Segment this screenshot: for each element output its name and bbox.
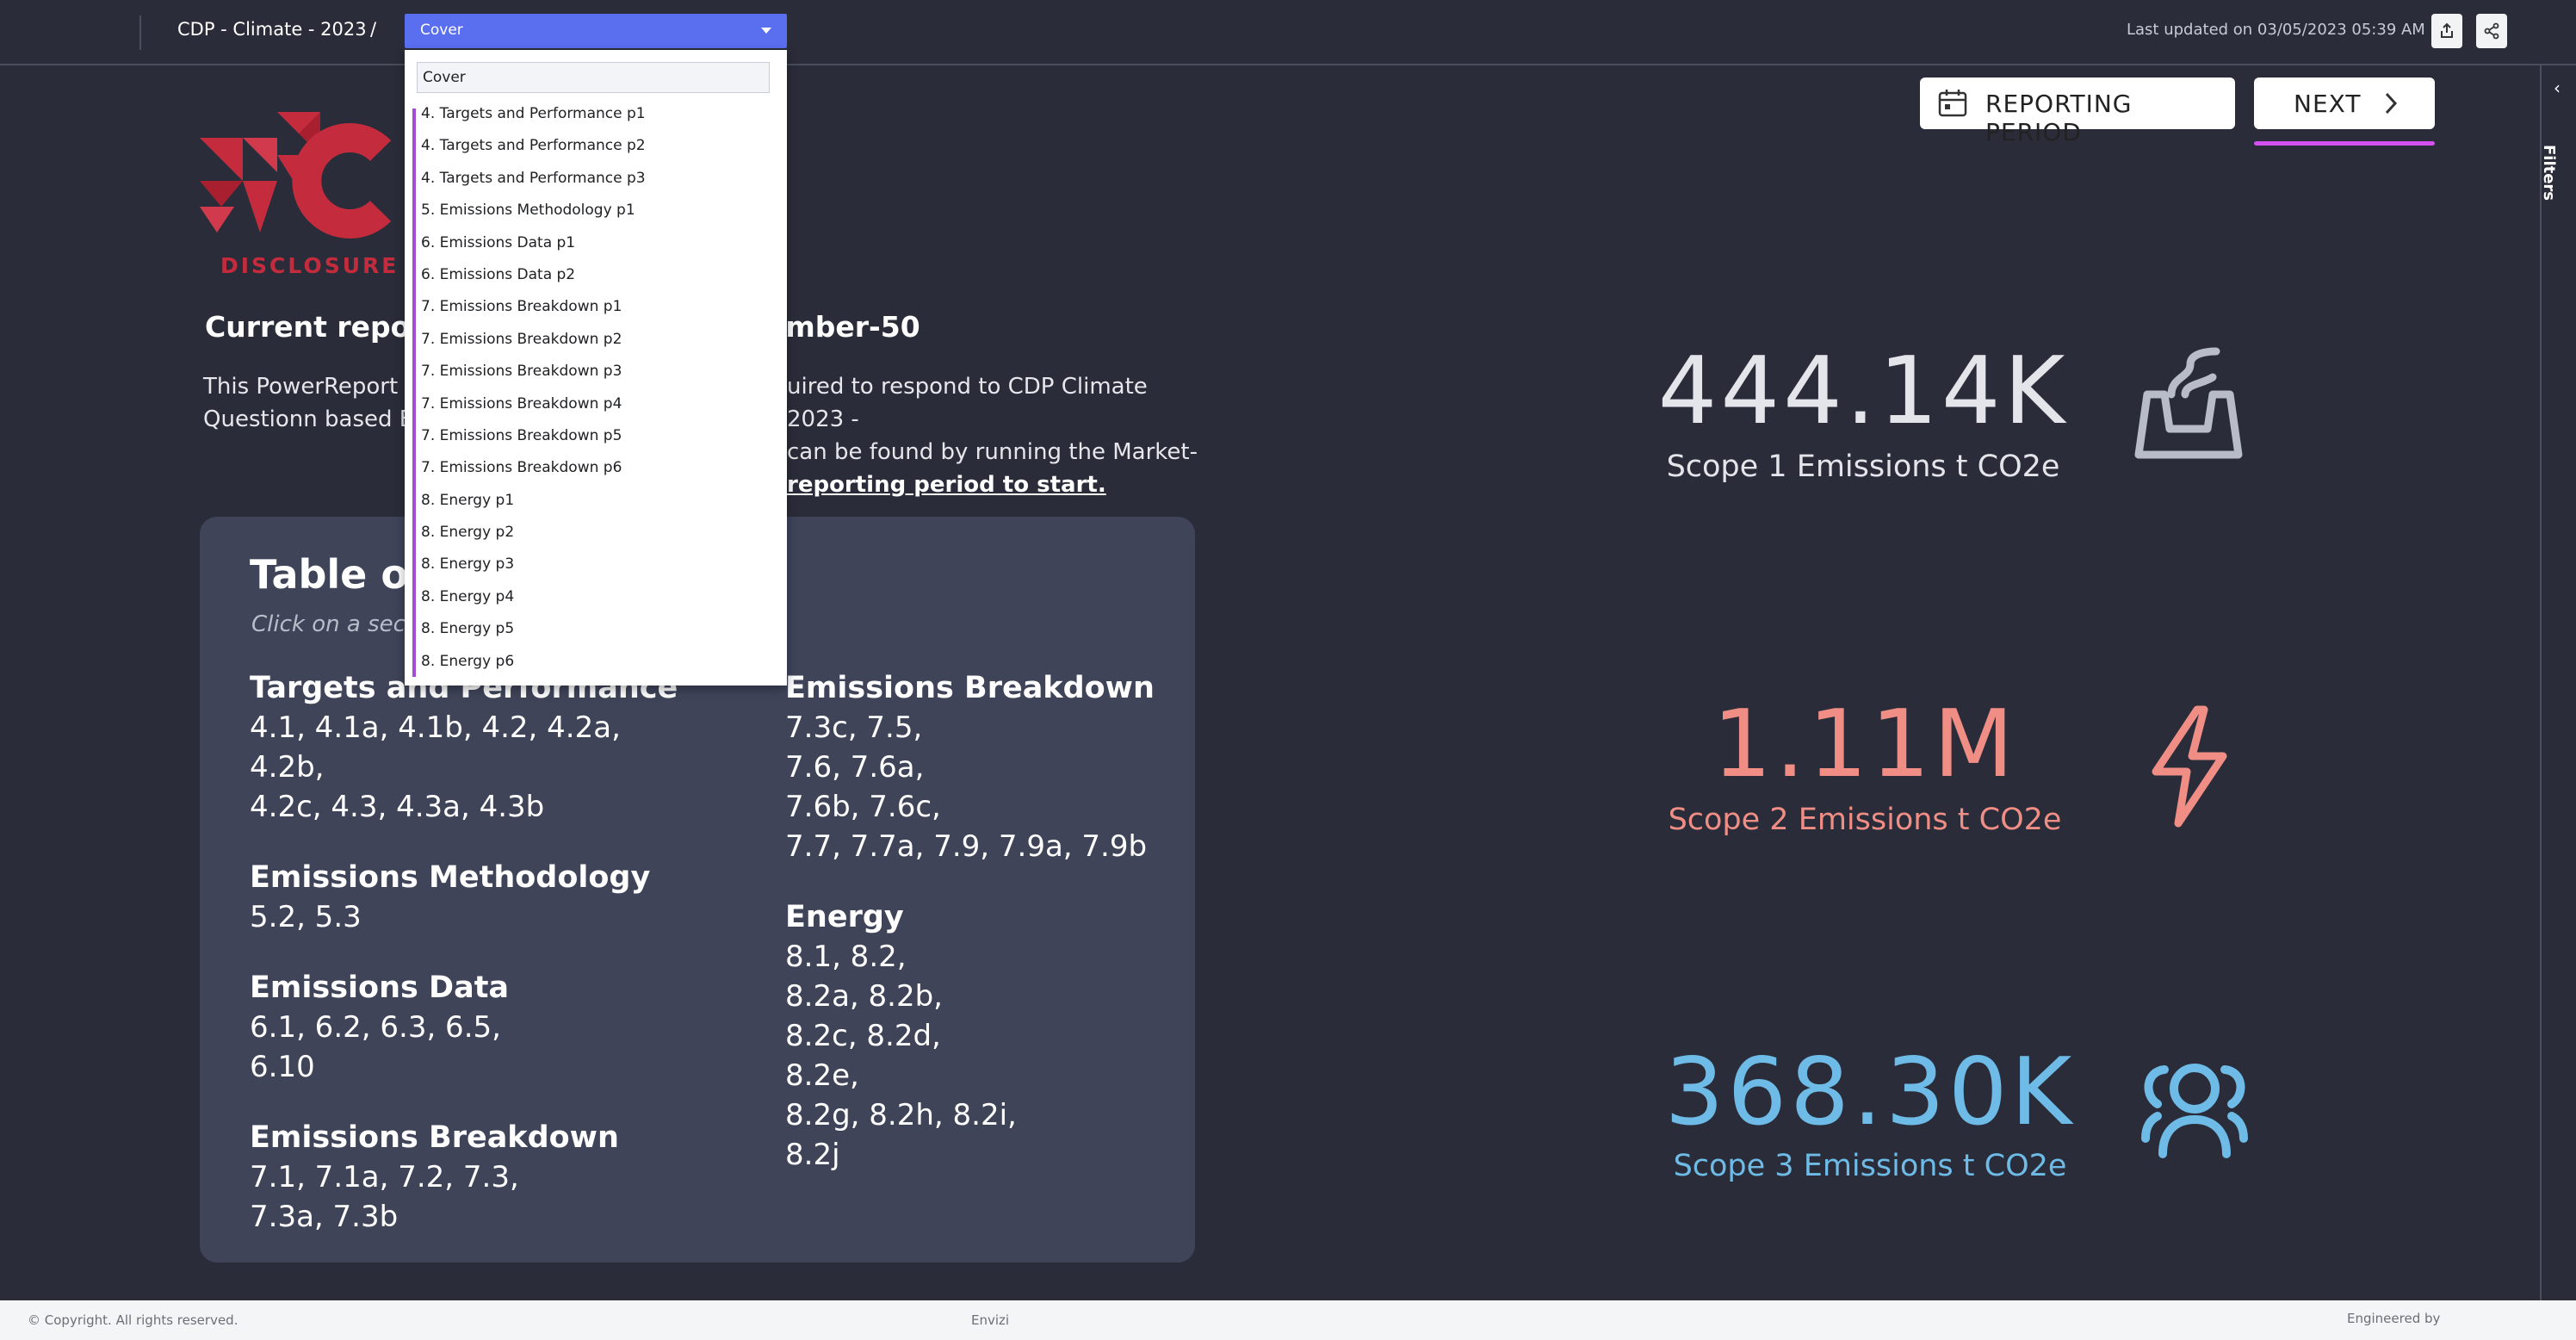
toc-title: Table of — [250, 551, 426, 598]
toc-section[interactable]: Targets and Performance 4.1, 4.1a, 4.1b,… — [250, 668, 697, 827]
toc-section[interactable]: Energy 8.1, 8.2, 8.2a, 8.2b, 8.2c, 8.2d,… — [785, 897, 1233, 1175]
toc-section-title: Emissions Data — [250, 971, 510, 1005]
toc-section-items: 4.1, 4.1a, 4.1b, 4.2, 4.2a, 4.2b, 4.2c, … — [250, 710, 621, 824]
toc-section-items: 6.1, 6.2, 6.3, 6.5, 6.10 — [250, 1010, 501, 1084]
filters-pane-toggle[interactable]: Filters — [2540, 121, 2576, 224]
dropdown-item[interactable]: 4. Targets and Performance p1 — [421, 98, 774, 130]
dropdown-item[interactable]: 7. Emissions Breakdown p1 — [421, 291, 774, 323]
breadcrumb-separator: / — [370, 19, 377, 40]
divider — [139, 16, 141, 50]
lightning-icon — [2152, 705, 2227, 828]
dropdown-item[interactable]: 5. Emissions Methodology p1 — [421, 195, 774, 226]
dropdown-item[interactable]: 8. Energy p6 — [421, 646, 774, 678]
reporting-period-label: REPORTING PERIOD — [1985, 90, 2133, 146]
export-button[interactable] — [2431, 14, 2462, 48]
next-button[interactable]: NEXT — [2254, 78, 2435, 129]
filters-label: Filters — [2540, 144, 2559, 202]
dropdown-item[interactable]: 7. Emissions Breakdown p5 — [421, 420, 774, 452]
last-updated-text: Last updated on 03/05/2023 05:39 AM — [2127, 21, 2425, 39]
dropdown-item[interactable]: 8. Energy p3 — [421, 549, 774, 580]
filters-collapse-icon[interactable]: ‹ — [2554, 78, 2561, 98]
toc-section-items: 5.2, 5.3 — [250, 900, 362, 934]
toc-section-items: 7.3c, 7.5, 7.6, 7.6a, 7.6b, 7.6c, 7.7, 7… — [785, 710, 1148, 864]
toc-section[interactable]: Emissions Breakdown 7.1, 7.1a, 7.2, 7.3,… — [250, 1118, 697, 1237]
dropdown-item[interactable]: 8. Energy p1 — [421, 485, 774, 517]
kpi-label: Scope 3 Emissions t CO2e — [1673, 1149, 2067, 1183]
kpi-value: 444.14K — [1657, 338, 2069, 445]
dropdown-items: 4. Targets and Performance p1 4. Targets … — [421, 98, 774, 678]
brand-text: Envizi — [971, 1312, 1010, 1328]
chevron-right-icon — [2385, 92, 2398, 115]
filters-divider — [2540, 64, 2542, 1300]
intro-line: can be found by running the Market- — [787, 439, 1198, 465]
kpi-label: Scope 2 Emissions t CO2e — [1668, 803, 2062, 837]
calendar-icon — [1938, 90, 1967, 117]
dropdown-search-input[interactable]: Cover — [417, 62, 770, 93]
next-label: NEXT — [2294, 90, 2362, 118]
breadcrumb[interactable]: CDP - Climate - 2023 — [177, 19, 367, 40]
factory-icon — [2134, 347, 2243, 459]
toc-section-items: 8.1, 8.2, 8.2a, 8.2b, 8.2c, 8.2d, 8.2e, … — [785, 940, 1017, 1172]
toc-section-title: Emissions Methodology — [250, 860, 651, 895]
toc-section-items: 7.1, 7.1a, 7.2, 7.3, 7.3a, 7.3b — [250, 1160, 519, 1234]
toc-column-left: Targets and Performance 4.1, 4.1a, 4.1b,… — [250, 668, 697, 1268]
share-icon — [2484, 22, 2499, 40]
dropdown-item[interactable]: 4. Targets and Performance p3 — [421, 163, 774, 195]
dropdown-item[interactable]: 7. Emissions Breakdown p2 — [421, 324, 774, 356]
kpi-value: 1.11M — [1712, 691, 2017, 798]
intro-line: uired to respond to CDP Climate 2023 - — [787, 374, 1148, 432]
toc-subtitle: Click on a secti — [251, 611, 421, 637]
toc-section[interactable]: Emissions Data 6.1, 6.2, 6.3, 6.5, 6.10 — [250, 968, 697, 1087]
dropdown-item[interactable]: 6. Emissions Data p1 — [421, 227, 774, 259]
export-icon — [2441, 22, 2453, 38]
toc-section-title: Emissions Breakdown — [250, 1120, 619, 1155]
cdp-logo — [200, 112, 392, 239]
current-period-value: ember-50 — [766, 310, 920, 344]
dropdown-item[interactable]: 8. Energy p4 — [421, 581, 774, 613]
dropdown-scrollbar[interactable] — [412, 109, 416, 677]
kpi-value: 368.30K — [1664, 1039, 2076, 1146]
page-select[interactable]: Cover — [405, 14, 787, 48]
dropdown-item[interactable]: 8. Energy p2 — [421, 517, 774, 549]
toc-section-title: Emissions Breakdown — [785, 671, 1155, 705]
page-dropdown-list: Cover 4. Targets and Performance p1 4. Ta… — [405, 50, 787, 686]
chevron-down-icon — [761, 28, 771, 34]
top-bar: CDP - Climate - 2023 / Cover Last update… — [0, 0, 2576, 65]
people-icon — [2141, 1064, 2248, 1158]
engineered-by-text: Engineered by — [2347, 1311, 2441, 1326]
dropdown-item[interactable]: 4. Targets and Performance p2 — [421, 130, 774, 162]
toc-column-right: Emissions Breakdown 7.3c, 7.5, 7.6, 7.6a… — [785, 668, 1233, 1206]
dropdown-item[interactable]: 8. Energy p5 — [421, 613, 774, 645]
reporting-period-link[interactable]: reporting period to start. — [787, 468, 1200, 501]
share-button[interactable] — [2476, 14, 2507, 48]
toc-section-title: Energy — [785, 900, 904, 934]
dropdown-item[interactable]: 7. Emissions Breakdown p4 — [421, 388, 774, 420]
footer: © Copyright. All rights reserved. Envizi… — [0, 1300, 2576, 1340]
intro-text-continued: uired to respond to CDP Climate 2023 - c… — [787, 370, 1200, 501]
dropdown-item[interactable]: 7. Emissions Breakdown p3 — [421, 356, 774, 388]
toc-section[interactable]: Emissions Methodology 5.2, 5.3 — [250, 858, 697, 937]
toc-section[interactable]: Emissions Breakdown 7.3c, 7.5, 7.6, 7.6a… — [785, 668, 1233, 866]
reporting-period-button[interactable]: REPORTING PERIOD — [1920, 78, 2235, 146]
copyright-text: © Copyright. All rights reserved. — [28, 1312, 238, 1328]
kpi-label: Scope 1 Emissions t CO2e — [1666, 450, 2060, 484]
dropdown-item[interactable]: 6. Emissions Data p2 — [421, 259, 774, 291]
dropdown-item[interactable]: 7. Emissions Breakdown p6 — [421, 452, 774, 484]
page-select-value: Cover — [420, 22, 463, 39]
next-button-underline — [2254, 141, 2435, 146]
